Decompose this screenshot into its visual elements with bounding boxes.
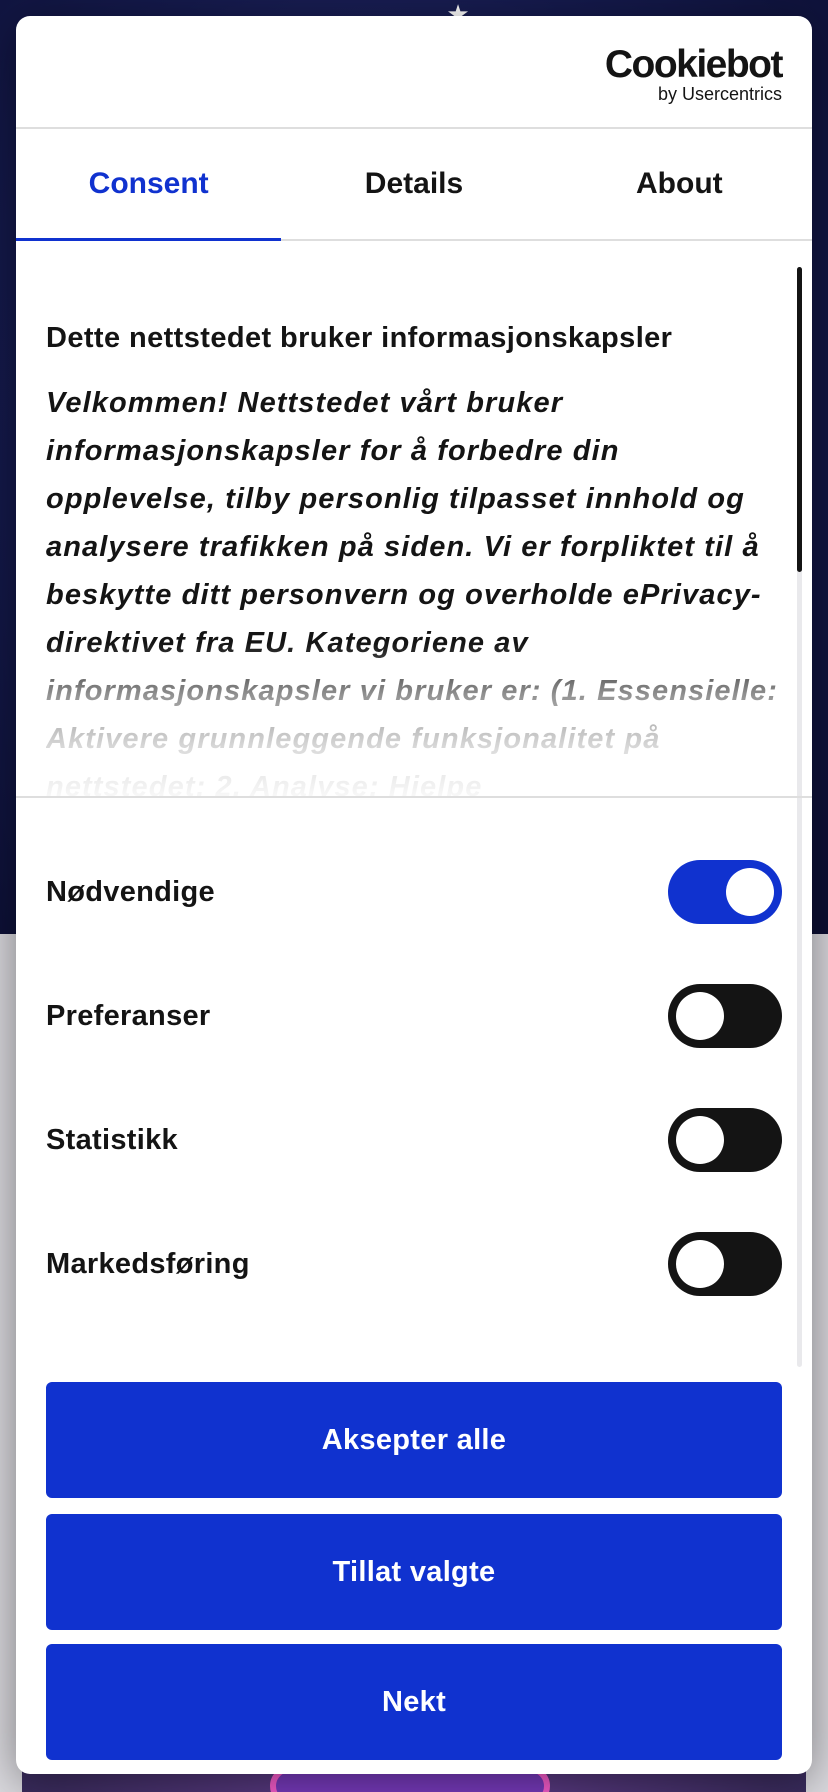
tab-consent[interactable]: Consent [16,129,282,241]
toggle-row-necessary: Nødvendige [46,860,782,924]
cookiebot-logo[interactable]: Cookiebot by Usercentrics [592,43,784,105]
cookie-consent-dialog: Cookiebot by Usercentrics Consent Detail… [16,16,812,1774]
toggle-label-necessary: Nødvendige [46,875,215,908]
accept-all-button[interactable]: Aksepter alle [46,1382,782,1498]
toggle-row-preferences: Preferanser [46,984,782,1048]
toggle-label-preferences: Preferanser [46,999,211,1032]
toggle-statistics-switch[interactable] [668,1108,782,1172]
toggle-row-marketing: Markedsføring [46,1232,782,1296]
toggle-label-marketing: Markedsføring [46,1247,250,1280]
dialog-description: Velkommen! Nettstedet vårt bruker inform… [46,387,778,796]
deny-button[interactable]: Nekt [46,1644,782,1760]
section-divider [16,796,812,798]
tab-bar: Consent Details About [16,129,812,241]
logo-subtext: by Usercentrics [657,84,782,104]
toggle-preferences-switch[interactable] [668,984,782,1048]
allow-selected-button[interactable]: Tillat valgte [46,1514,782,1630]
toggle-label-statistics: Statistikk [46,1123,178,1156]
dialog-header: Cookiebot by Usercentrics [16,16,812,129]
dialog-title: Dette nettstedet bruker informasjonskaps… [46,322,673,354]
switch-knob [676,1240,724,1288]
consent-panel: Dette nettstedet bruker informasjonskaps… [16,243,812,1774]
description-section: Dette nettstedet bruker informasjonskaps… [46,243,786,796]
toggle-marketing-switch[interactable] [668,1232,782,1296]
logo-text: Cookiebot [604,43,784,86]
switch-knob [726,868,774,916]
toggle-necessary-switch[interactable] [668,860,782,924]
tab-about[interactable]: About [547,129,812,239]
toggle-row-statistics: Statistikk [46,1108,782,1172]
tab-details[interactable]: Details [281,129,546,239]
switch-knob [676,1116,724,1164]
scrollbar-thumb[interactable] [797,267,802,572]
switch-knob [676,992,724,1040]
